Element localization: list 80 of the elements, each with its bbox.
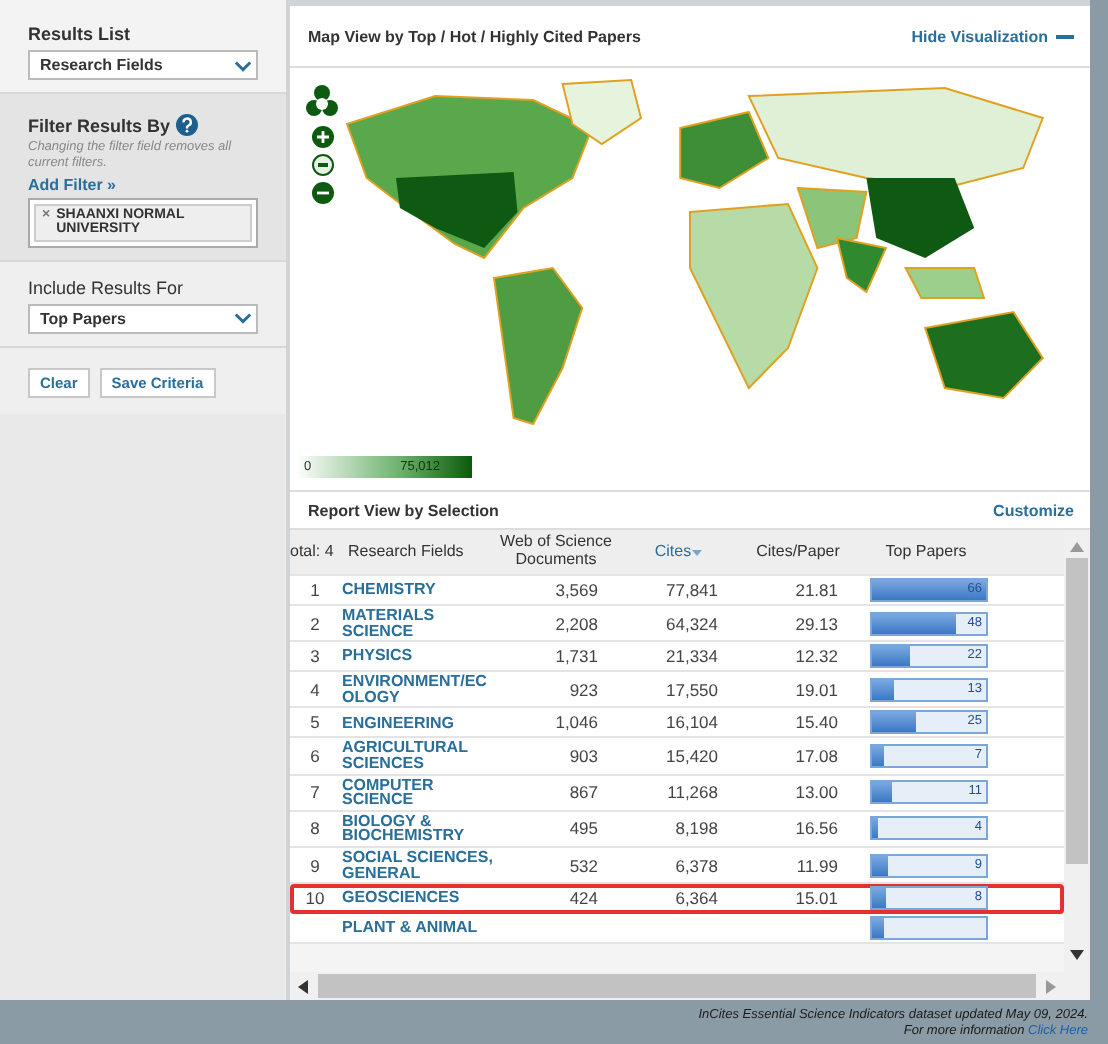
section-label: Include Results For bbox=[28, 277, 186, 298]
vertical-scrollbar[interactable] bbox=[1064, 530, 1090, 1000]
table-cell: 13.00 bbox=[795, 782, 838, 803]
table-cell: 1,046 bbox=[555, 712, 598, 733]
minus-icon[interactable] bbox=[1056, 33, 1074, 39]
rank-cell: 2 bbox=[310, 613, 320, 634]
research-field-link[interactable]: GEOSCIENCES bbox=[334, 890, 494, 906]
research-field-link[interactable]: SOCIAL SCIENCES, GENERAL bbox=[334, 849, 494, 881]
table-cell: 15.40 bbox=[795, 712, 838, 733]
table-cell: 12.32 bbox=[795, 646, 838, 667]
hide-visualization-link[interactable]: Hide Visualization bbox=[911, 27, 1048, 45]
research-field-link[interactable]: PLANT & ANIMAL bbox=[334, 920, 494, 936]
table-cell: 15,420 bbox=[666, 745, 718, 766]
caret-icon bbox=[234, 59, 252, 71]
section-label: Filter Results By bbox=[28, 115, 171, 135]
column-header[interactable]: Cites bbox=[618, 543, 738, 561]
report-title: Report View by Selection bbox=[308, 501, 501, 519]
table-cell: 16.56 bbox=[795, 818, 838, 839]
research-field-link[interactable]: BIOLOGY & BIOCHEMISTRY bbox=[334, 813, 494, 844]
table-cell: 19.01 bbox=[795, 679, 838, 700]
table-cell: 532 bbox=[569, 855, 598, 876]
table-cell: 77,841 bbox=[666, 580, 718, 600]
research-field-link[interactable]: PHYSICS bbox=[334, 648, 494, 664]
rank-cell: 3 bbox=[310, 646, 320, 667]
table-cell: 17,550 bbox=[666, 679, 718, 700]
table-cell: 17.08 bbox=[795, 745, 838, 766]
include-results-dropdown[interactable]: Top Papers bbox=[28, 303, 258, 334]
help-icon[interactable] bbox=[176, 114, 199, 136]
rank-cell: 1 bbox=[310, 580, 320, 600]
table-cell: 6,378 bbox=[675, 855, 718, 876]
table-cell: 903 bbox=[569, 745, 598, 766]
rank-cell: 9 bbox=[310, 855, 320, 876]
research-field-link[interactable]: ENGINEERING bbox=[334, 715, 494, 731]
section-label: Results List bbox=[28, 24, 133, 44]
rank-cell: 8 bbox=[310, 818, 320, 839]
map-title: Map View by Top / Hot / Highly Cited Papers bbox=[308, 27, 643, 45]
table-cell: 21.81 bbox=[795, 580, 838, 600]
rank-cell: 4 bbox=[310, 679, 320, 700]
table-cell: 3,569 bbox=[555, 580, 598, 600]
research-field-link[interactable]: MATERIALS SCIENCE bbox=[334, 608, 494, 639]
zoom-in-button[interactable] bbox=[311, 126, 333, 148]
pan-control-icon[interactable] bbox=[306, 84, 338, 120]
column-header[interactable]: Cites/Paper bbox=[738, 543, 858, 561]
table-cell: 424 bbox=[569, 888, 598, 909]
table-cell: 1,731 bbox=[555, 646, 598, 667]
table-cell: 15.01 bbox=[795, 888, 838, 909]
research-field-link[interactable]: AGRICULTURAL SCIENCES bbox=[334, 740, 494, 772]
research-field-link[interactable]: COMPUTER SCIENCE bbox=[334, 777, 494, 808]
table-cell: 495 bbox=[569, 818, 598, 839]
zoom-out-button[interactable] bbox=[311, 182, 333, 204]
table-cell: 21,334 bbox=[666, 646, 718, 667]
table-cell: 6,364 bbox=[675, 888, 718, 909]
sort-arrow-icon bbox=[691, 549, 702, 556]
table-cell: 8,198 bbox=[675, 818, 718, 839]
horizontal-scrollbar[interactable] bbox=[290, 972, 1064, 1000]
research-field-link[interactable]: ENVIRONMENT/ECOLOGY bbox=[334, 674, 494, 705]
table-cell: 29.13 bbox=[795, 613, 838, 634]
column-header[interactable]: Top Papers bbox=[858, 543, 994, 561]
table-cell: 16,104 bbox=[666, 712, 718, 733]
table-cell: 11.99 bbox=[796, 855, 838, 876]
table-cell: 64,324 bbox=[666, 613, 718, 634]
research-field-link[interactable]: CHEMISTRY bbox=[334, 582, 494, 598]
table-cell: 11,268 bbox=[667, 782, 718, 803]
column-header[interactable]: otal: 4 bbox=[290, 543, 334, 561]
rank-cell: 6 bbox=[310, 745, 320, 766]
column-header[interactable]: Research Fields bbox=[334, 543, 494, 561]
table-cell: 923 bbox=[569, 679, 598, 700]
table-cell: 2,208 bbox=[555, 613, 598, 634]
scroll-left-icon[interactable] bbox=[298, 979, 310, 993]
customize-link[interactable]: Customize bbox=[993, 501, 1074, 519]
table-row[interactable]: PLANT & ANIMAL bbox=[290, 914, 1064, 945]
rank-cell: 5 bbox=[310, 712, 320, 733]
caret-icon bbox=[234, 312, 252, 325]
scroll-down-icon[interactable] bbox=[1070, 950, 1084, 960]
results-list-dropdown[interactable]: Research Fields bbox=[28, 50, 258, 80]
rank-cell: 10 bbox=[305, 888, 325, 909]
add-filter-link[interactable]: Add Filter » bbox=[28, 175, 258, 194]
column-header[interactable]: Web of Science Documents bbox=[494, 534, 618, 570]
table-cell: 867 bbox=[569, 782, 598, 803]
rank-cell: 7 bbox=[310, 782, 320, 803]
